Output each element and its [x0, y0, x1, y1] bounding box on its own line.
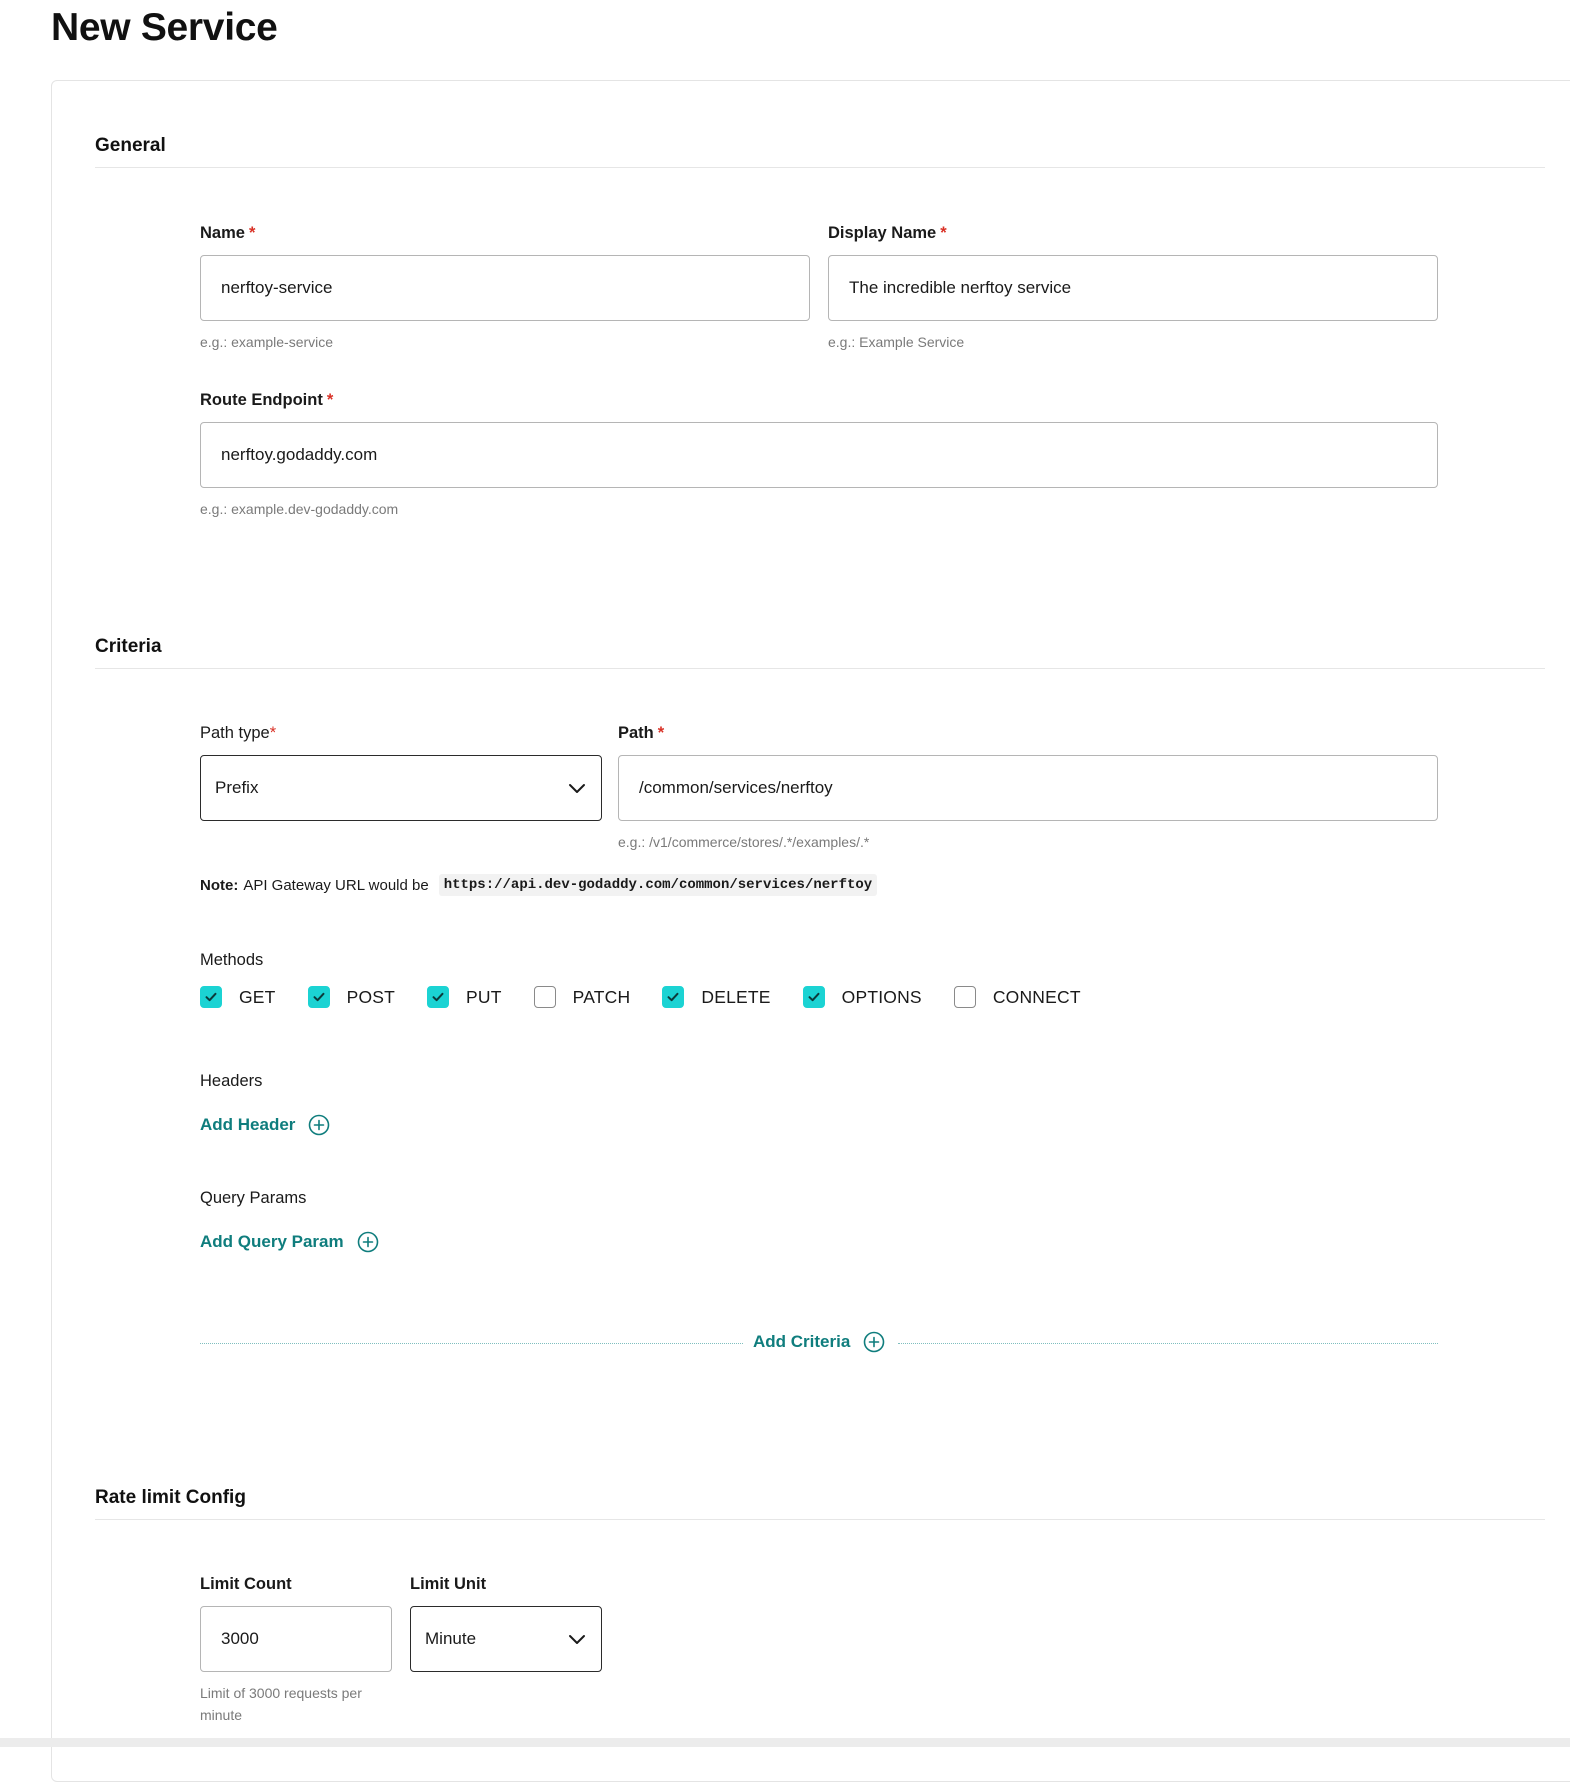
- name-input[interactable]: [200, 255, 810, 321]
- path-label-text: Path: [618, 724, 654, 742]
- section-title-general: General: [95, 135, 166, 156]
- note-prefix: Note:: [200, 876, 239, 894]
- section-divider: [95, 1519, 1545, 1520]
- check-icon: [205, 992, 217, 1002]
- limit-count-input[interactable]: [200, 1606, 392, 1672]
- checkbox-checked[interactable]: [307, 986, 330, 1008]
- gateway-url-note: Note: API Gateway URL would be https://a…: [200, 874, 878, 896]
- scroll-edge: [0, 1738, 1570, 1747]
- section-divider: [95, 167, 1545, 168]
- plus-circle-icon: [863, 1331, 885, 1353]
- path-hint: e.g.: /v1/commerce/stores/.*/examples/.*: [618, 834, 870, 850]
- gateway-url: https://api.dev-godaddy.com/common/servi…: [438, 874, 878, 896]
- checkbox-unchecked[interactable]: [533, 986, 556, 1008]
- plus-circle-icon: [308, 1114, 330, 1136]
- add-header-button[interactable]: Add Header: [200, 1114, 330, 1136]
- limit-unit-select[interactable]: Minute: [410, 1606, 602, 1672]
- display-name-input[interactable]: [828, 255, 1438, 321]
- required-mark: *: [269, 724, 277, 742]
- limit-count-hint: Limit of 3000 requests per minute: [200, 1685, 362, 1723]
- route-endpoint-input[interactable]: [200, 422, 1438, 488]
- check-icon: [432, 992, 444, 1002]
- chevron-down-icon: [567, 778, 587, 798]
- method-checkbox-put[interactable]: PUT: [427, 986, 502, 1008]
- method-checkbox-delete[interactable]: DELETE: [662, 986, 770, 1008]
- query-params-label: Query Params: [200, 1189, 307, 1207]
- path-type-select[interactable]: Prefix: [200, 755, 602, 821]
- display-name-hint: e.g.: Example Service: [828, 334, 965, 350]
- method-label: POST: [346, 986, 396, 1007]
- checkbox-checked[interactable]: [427, 986, 450, 1008]
- path-type-label: Path type*: [200, 724, 276, 743]
- method-checkbox-connect[interactable]: CONNECT: [953, 986, 1081, 1008]
- method-checkbox-patch[interactable]: PATCH: [533, 986, 631, 1008]
- method-checkbox-options[interactable]: OPTIONS: [802, 986, 922, 1008]
- path-type-selected: Prefix: [215, 778, 259, 797]
- check-icon: [313, 992, 325, 1002]
- name-label-text: Name: [200, 224, 245, 242]
- limit-unit-selected: Minute: [425, 1629, 477, 1648]
- method-label: CONNECT: [992, 986, 1081, 1007]
- name-label: Name *: [200, 224, 255, 243]
- route-endpoint-hint: e.g.: example.dev-godaddy.com: [200, 501, 399, 517]
- route-endpoint-label: Route Endpoint *: [200, 391, 333, 410]
- checkbox-unchecked[interactable]: [953, 986, 976, 1008]
- add-criteria-label: Add Criteria: [753, 1332, 851, 1351]
- checkbox-checked[interactable]: [802, 986, 825, 1008]
- add-criteria-divider-left: [200, 1343, 743, 1344]
- add-query-param-label: Add Query Param: [200, 1232, 344, 1251]
- section-title-rate-limit: Rate limit Config: [95, 1487, 246, 1508]
- required-mark: *: [248, 224, 256, 242]
- display-name-label-text: Display Name: [828, 224, 937, 242]
- path-input[interactable]: [618, 755, 1438, 821]
- path-label: Path *: [618, 724, 664, 743]
- add-criteria-divider-right: [898, 1343, 1438, 1344]
- method-checkbox-post[interactable]: POST: [307, 986, 396, 1008]
- check-icon: [808, 992, 820, 1002]
- checkbox-checked[interactable]: [200, 986, 222, 1008]
- check-icon: [667, 992, 679, 1002]
- limit-unit-label: Limit Unit: [410, 1575, 487, 1593]
- section-title-criteria: Criteria: [95, 636, 162, 657]
- name-hint: e.g.: example-service: [200, 334, 334, 350]
- required-mark: *: [657, 724, 665, 742]
- section-divider: [95, 668, 1545, 669]
- checkbox-checked[interactable]: [662, 986, 685, 1008]
- display-name-label: Display Name *: [828, 224, 947, 243]
- add-query-param-button[interactable]: Add Query Param: [200, 1231, 379, 1253]
- chevron-down-icon: [567, 1629, 587, 1649]
- path-type-label-text: Path type: [200, 724, 270, 742]
- headers-label: Headers: [200, 1072, 263, 1090]
- method-label: PUT: [466, 986, 502, 1007]
- required-mark: *: [940, 224, 947, 242]
- plus-circle-icon: [357, 1231, 379, 1253]
- methods-checkbox-group: GET POST PUT PATCH DELETE OPTIONS CONNECT: [200, 983, 1113, 1011]
- note-text: API Gateway URL would be: [243, 876, 429, 894]
- add-criteria-button[interactable]: Add Criteria: [753, 1331, 885, 1353]
- methods-label: Methods: [200, 951, 264, 969]
- method-label: GET: [239, 986, 276, 1007]
- method-checkbox-get[interactable]: GET: [200, 986, 276, 1008]
- method-label: DELETE: [701, 986, 771, 1007]
- required-mark: *: [326, 391, 334, 409]
- add-header-label: Add Header: [200, 1115, 296, 1134]
- route-endpoint-label-text: Route Endpoint: [200, 391, 323, 409]
- method-label: PATCH: [572, 986, 631, 1007]
- page-title: New Service: [51, 6, 278, 49]
- method-label: OPTIONS: [841, 986, 922, 1007]
- limit-count-label: Limit Count: [200, 1575, 292, 1593]
